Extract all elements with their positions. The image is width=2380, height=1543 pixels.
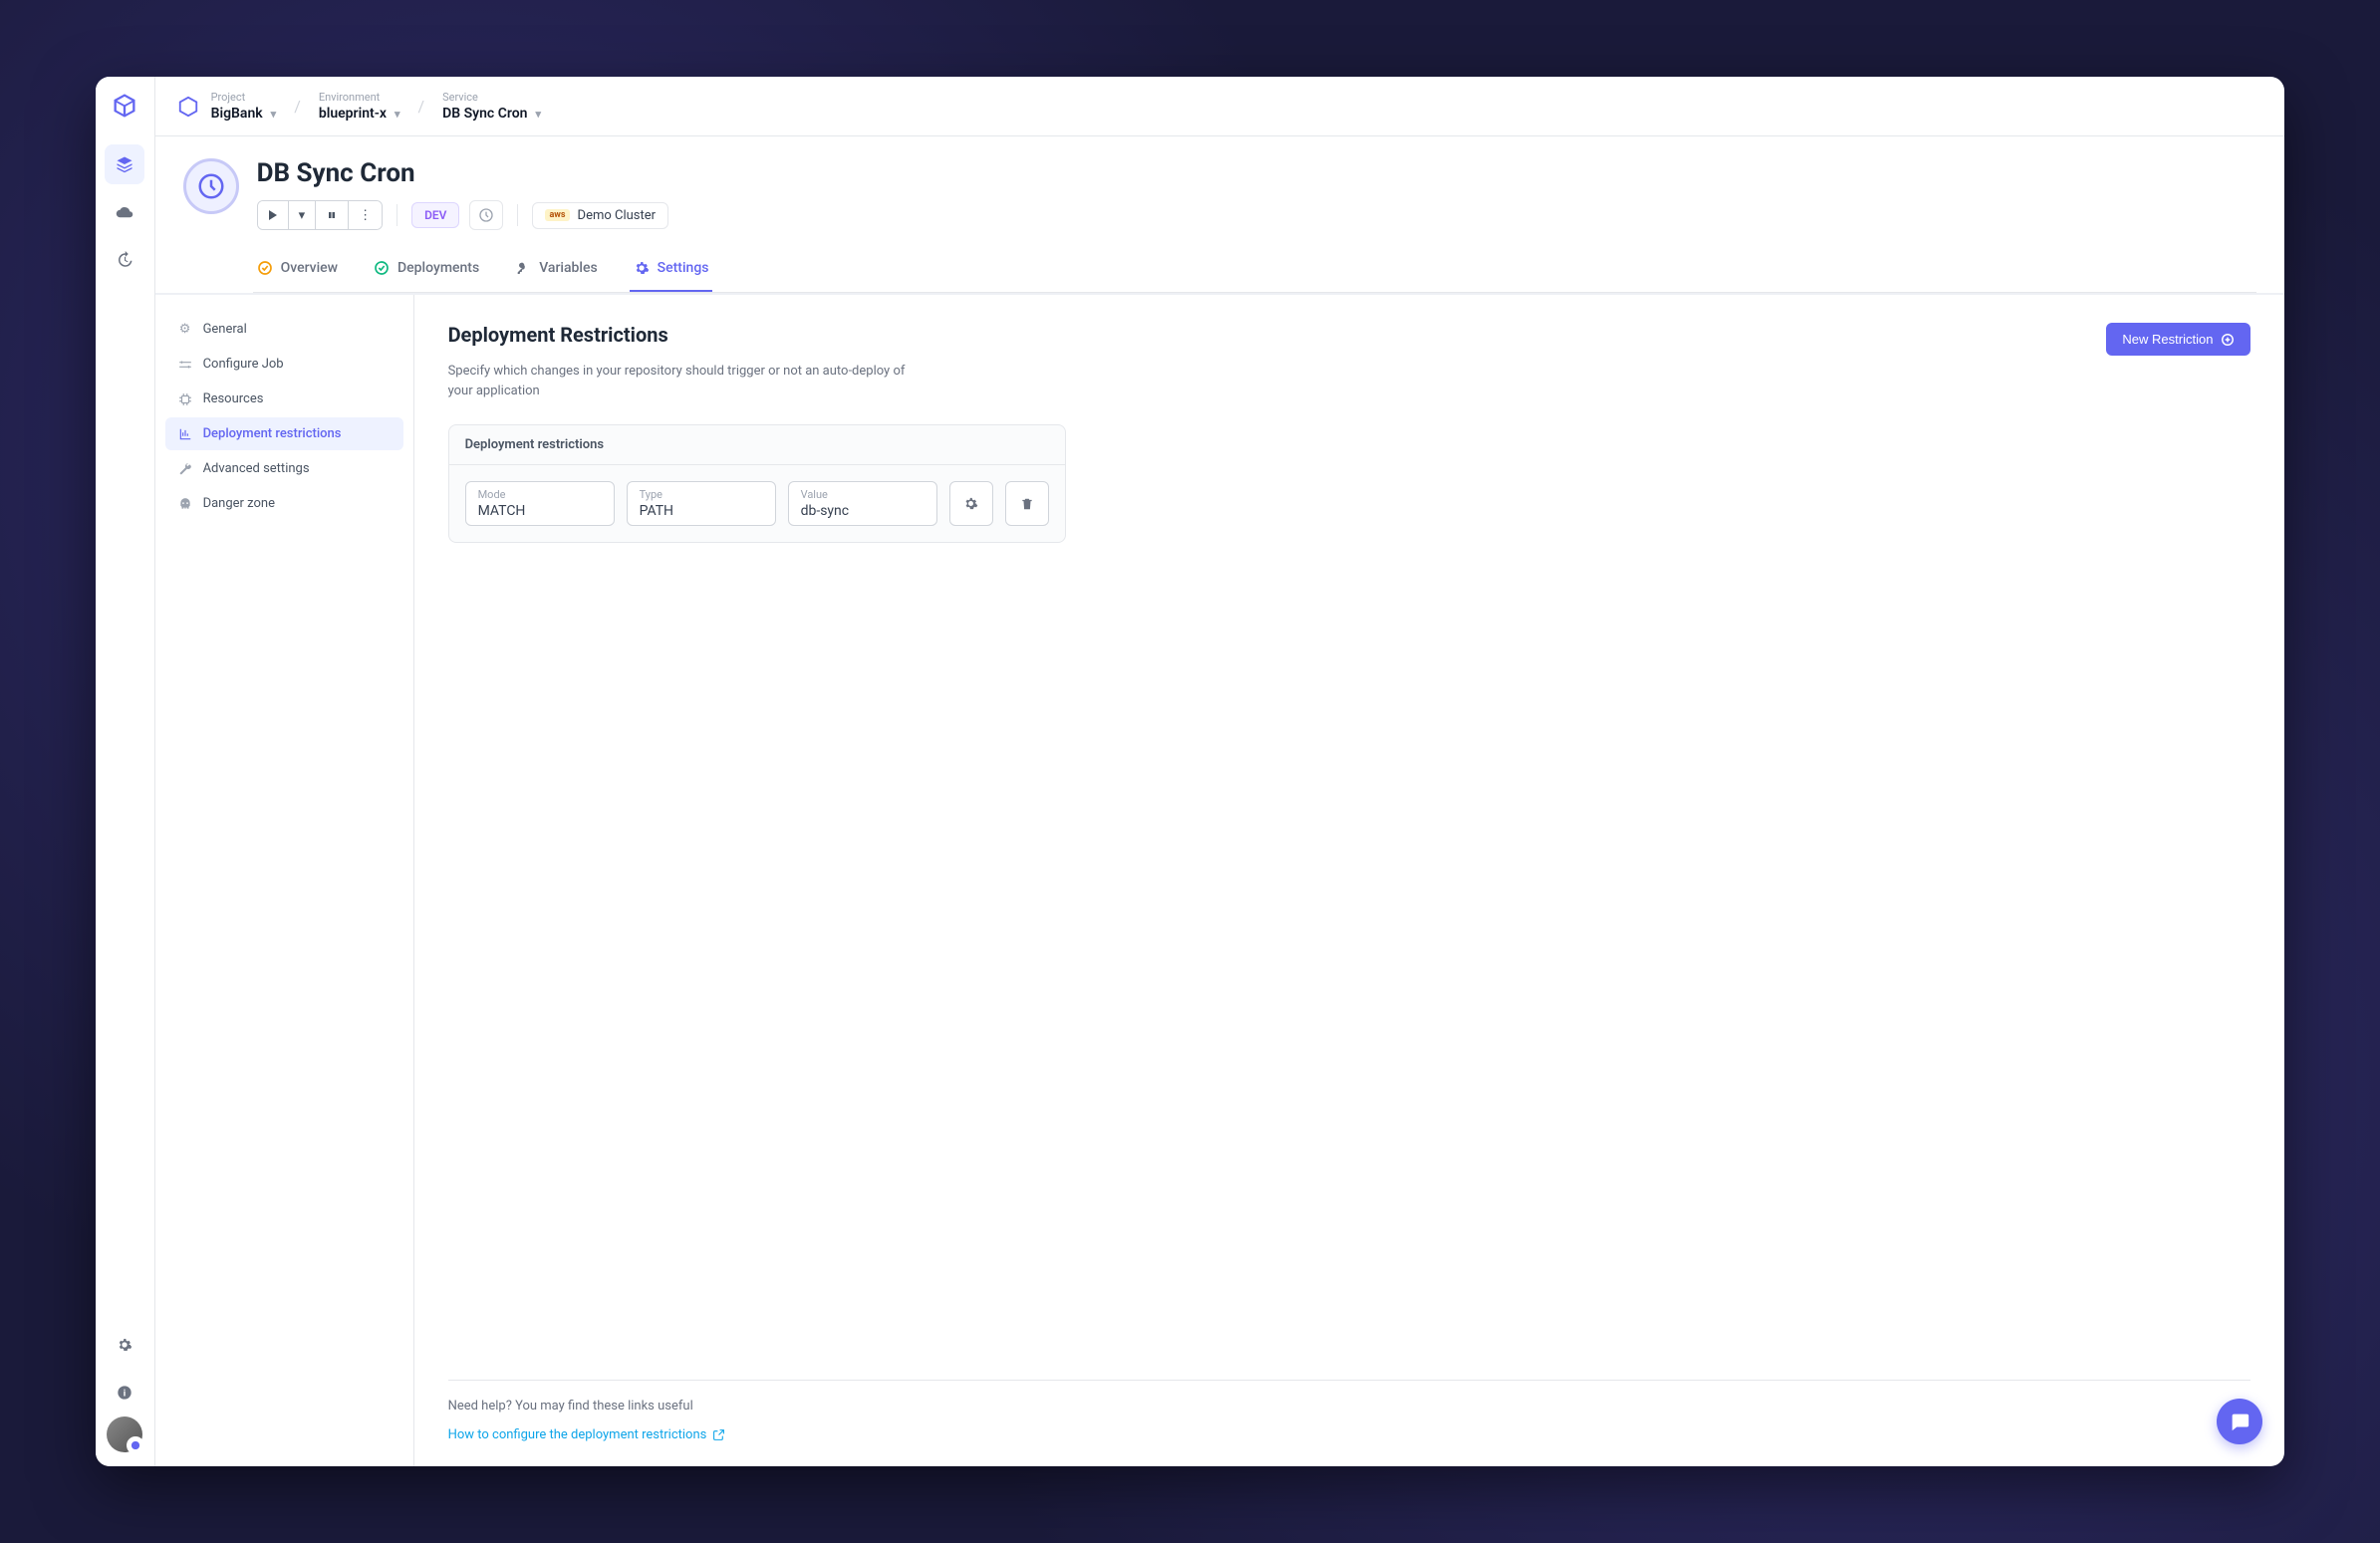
plus-circle-icon: [2221, 333, 2235, 347]
value-label: Value: [801, 488, 925, 501]
clock-chip-icon[interactable]: [469, 200, 503, 230]
mode-value: MATCH: [478, 503, 602, 519]
sidebar-item-label: Advanced settings: [203, 461, 310, 476]
left-rail: i: [96, 77, 155, 1465]
sidebar-item-advanced-settings[interactable]: Advanced settings: [165, 452, 403, 485]
value-field[interactable]: Value db-sync: [788, 481, 937, 526]
settings-panel: Deployment Restrictions New Restriction …: [414, 295, 2285, 1465]
app-window: i Project BigBank ▾ / Environment bluepr…: [96, 77, 2285, 1465]
restrictions-card: Deployment restrictions Mode MATCH Type …: [448, 424, 1066, 543]
breadcrumb-project-value: BigBank: [211, 106, 263, 122]
rail-item-history[interactable]: [105, 240, 144, 280]
sidebar-item-configure-job[interactable]: Configure Job: [165, 348, 403, 381]
external-link-icon: [712, 1428, 725, 1441]
play-dropdown-button[interactable]: ▾: [289, 201, 317, 229]
help-link-label: How to configure the deployment restrict…: [448, 1427, 707, 1442]
tab-deployments[interactable]: Deployments: [370, 246, 483, 292]
content-area: ⚙ General Configure Job Resources: [155, 295, 2285, 1465]
sidebar-item-resources[interactable]: Resources: [165, 383, 403, 415]
breadcrumb-service-value: DB Sync Cron: [442, 106, 527, 122]
env-chip[interactable]: DEV: [411, 202, 459, 228]
help-text: Need help? You may find these links usef…: [448, 1399, 2251, 1414]
sidebar-item-deployment-restrictions[interactable]: Deployment restrictions: [165, 417, 403, 450]
rail-item-cloud[interactable]: [105, 192, 144, 232]
breadcrumb-separator: /: [418, 97, 425, 116]
tab-settings-label: Settings: [658, 260, 709, 276]
chevron-down-icon: ▾: [535, 108, 541, 121]
settings-sidebar: ⚙ General Configure Job Resources: [155, 295, 414, 1465]
sidebar-item-label: Configure Job: [203, 357, 284, 372]
org-icon[interactable]: [175, 94, 201, 120]
tab-variables[interactable]: Variables: [511, 246, 601, 292]
sidebar-item-label: Deployment restrictions: [203, 426, 342, 441]
type-field[interactable]: Type PATH: [627, 481, 776, 526]
mode-field[interactable]: Mode MATCH: [465, 481, 615, 526]
divider: [517, 204, 518, 226]
service-clock-icon: [183, 158, 239, 214]
breadcrumb-service[interactable]: Service DB Sync Cron ▾: [442, 91, 541, 122]
value-value: db-sync: [801, 503, 925, 519]
app-logo[interactable]: [108, 89, 141, 123]
tools-icon: [177, 462, 193, 476]
check-circle-icon: [374, 260, 390, 276]
breadcrumb-environment[interactable]: Environment blueprint-x ▾: [319, 91, 400, 122]
service-header: DB Sync Cron ▾ ⋮ DEV aws: [155, 136, 2285, 295]
key-icon: [515, 260, 531, 276]
cluster-chip[interactable]: aws Demo Cluster: [532, 202, 668, 229]
edit-restriction-button[interactable]: [949, 481, 993, 526]
chevron-down-icon: ▾: [271, 108, 277, 121]
type-label: Type: [640, 488, 763, 501]
breadcrumb-project[interactable]: Project BigBank ▾: [211, 91, 277, 122]
rail-item-settings[interactable]: [105, 1325, 144, 1365]
main-area: Project BigBank ▾ / Environment blueprin…: [155, 77, 2285, 1465]
chart-icon: [177, 427, 193, 441]
help-link[interactable]: How to configure the deployment restrict…: [448, 1427, 2251, 1442]
cluster-provider-badge: aws: [545, 209, 569, 221]
breadcrumb-environment-value: blueprint-x: [319, 106, 387, 122]
help-section: Need help? You may find these links usef…: [448, 1380, 2251, 1442]
service-title: DB Sync Cron: [257, 158, 2257, 188]
chevron-down-icon: ▾: [395, 108, 400, 121]
sidebar-item-general[interactable]: ⚙ General: [165, 313, 403, 346]
panel-description: Specify which changes in your repository…: [448, 362, 907, 400]
tab-overview-label: Overview: [281, 260, 338, 276]
breadcrumb-bar: Project BigBank ▾ / Environment blueprin…: [155, 77, 2285, 136]
new-restriction-label: New Restriction: [2122, 332, 2213, 347]
mode-label: Mode: [478, 488, 602, 501]
panel-title: Deployment Restrictions: [448, 323, 668, 347]
type-value: PATH: [640, 503, 763, 519]
breadcrumb-environment-label: Environment: [319, 91, 400, 104]
play-button[interactable]: [258, 201, 289, 229]
sliders-icon: [177, 358, 193, 372]
more-actions-button[interactable]: ⋮: [349, 201, 382, 229]
tab-variables-label: Variables: [539, 260, 597, 276]
tab-overview[interactable]: Overview: [253, 246, 342, 292]
sidebar-item-label: General: [203, 322, 247, 337]
chip-icon: [177, 392, 193, 406]
skull-icon: [177, 497, 193, 511]
chat-support-button[interactable]: [2217, 1399, 2262, 1444]
check-circle-icon: [257, 260, 273, 276]
delete-restriction-button[interactable]: [1005, 481, 1049, 526]
card-title: Deployment restrictions: [449, 425, 1065, 465]
sidebar-item-label: Danger zone: [203, 496, 275, 511]
breadcrumb-separator: /: [294, 97, 301, 116]
sidebar-item-danger-zone[interactable]: Danger zone: [165, 487, 403, 520]
rail-item-stack[interactable]: [105, 144, 144, 184]
gear-icon: ⚙: [177, 322, 193, 337]
sidebar-item-label: Resources: [203, 391, 264, 406]
action-button-group: ▾ ⋮: [257, 200, 384, 230]
breadcrumb-service-label: Service: [442, 91, 541, 104]
svg-text:i: i: [124, 1388, 126, 1399]
new-restriction-button[interactable]: New Restriction: [2106, 323, 2250, 356]
tab-settings[interactable]: Settings: [630, 246, 713, 292]
rail-item-info[interactable]: i: [105, 1373, 144, 1413]
stop-button[interactable]: [316, 201, 349, 229]
breadcrumb-project-label: Project: [211, 91, 277, 104]
tab-deployments-label: Deployments: [397, 260, 479, 276]
user-avatar[interactable]: [107, 1416, 142, 1452]
gear-icon: [634, 260, 650, 276]
cluster-name: Demo Cluster: [578, 208, 657, 223]
service-tabs: Overview Deployments Variables: [253, 246, 2257, 293]
